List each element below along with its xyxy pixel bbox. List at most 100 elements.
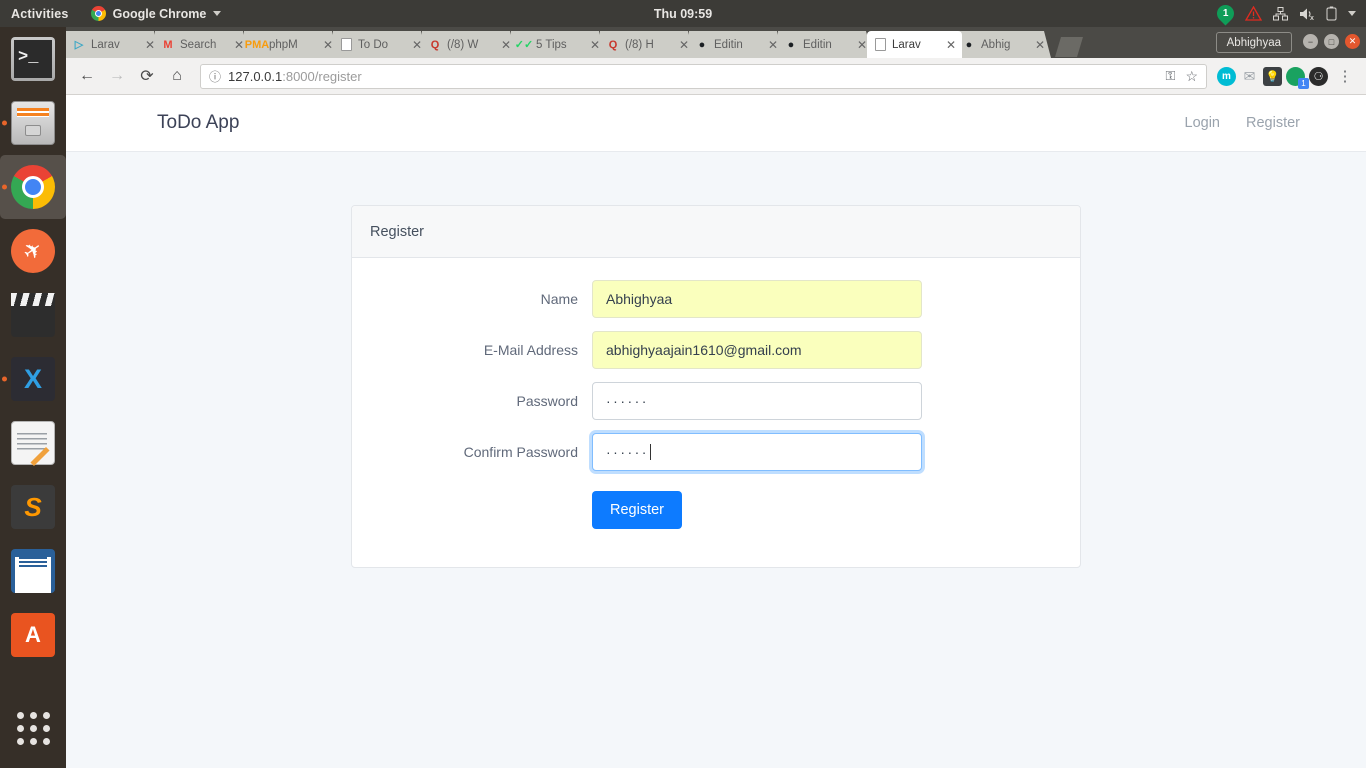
tab-close-icon[interactable]: ✕: [234, 38, 244, 52]
quora-icon: Q: [608, 38, 618, 51]
notification-badge[interactable]: 1: [1213, 1, 1238, 26]
home-icon[interactable]: ⌂: [164, 63, 190, 89]
tab-title: 5 Tips: [536, 38, 567, 51]
tab-title: Editin: [714, 38, 743, 51]
address-bar[interactable]: ⓘ 127.0.0.1:8000/register ⚿ ☆: [200, 63, 1207, 89]
new-tab-button[interactable]: [1055, 37, 1083, 57]
dock-item-terminal[interactable]: >_: [0, 27, 66, 91]
tab-strip: ▷ Larav ✕ M Search ✕ PMA phpM ✕ To Do ✕ …: [66, 27, 1366, 58]
tab-close-icon[interactable]: ✕: [501, 38, 511, 52]
tab-close-icon[interactable]: ✕: [679, 38, 689, 52]
extension-dark-icon[interactable]: ⚆: [1309, 66, 1328, 86]
forward-arrow-icon: →: [109, 67, 125, 84]
network-icon[interactable]: [1273, 6, 1288, 21]
whatsapp-icon: ✓✓: [514, 39, 534, 51]
tab-title: (/8) W: [447, 38, 479, 51]
tab-github-2[interactable]: ● Editin ✕: [778, 31, 873, 58]
dock-item-sublime-text[interactable]: [0, 475, 66, 539]
svg-text:x: x: [1310, 15, 1314, 21]
document-icon: [873, 38, 887, 52]
tab-github-1[interactable]: ● Editin ✕: [689, 31, 784, 58]
close-icon[interactable]: ✕: [1345, 34, 1360, 49]
register-submit-button[interactable]: Register: [592, 491, 682, 529]
dock-item-postman[interactable]: [0, 219, 66, 283]
tab-close-icon[interactable]: ✕: [590, 38, 600, 52]
maximize-icon[interactable]: □: [1324, 34, 1339, 49]
name-input[interactable]: [592, 280, 922, 318]
app-navbar: ToDo App Login Register: [66, 95, 1366, 152]
text-cursor: [649, 444, 651, 460]
laravel-icon: ▷: [74, 39, 84, 51]
dock-item-video-editor[interactable]: [0, 283, 66, 347]
vscode-icon: [11, 357, 55, 401]
postman-icon: [11, 229, 55, 273]
tab-close-icon[interactable]: ✕: [145, 38, 155, 52]
tab-laravel-1[interactable]: ▷ Larav ✕: [66, 31, 161, 58]
chrome-window: ▷ Larav ✕ M Search ✕ PMA phpM ✕ To Do ✕ …: [66, 27, 1366, 768]
nav-link-register[interactable]: Register: [1246, 115, 1300, 131]
tab-quora-2[interactable]: Q (/8) H ✕: [600, 31, 695, 58]
system-top-bar: Activities Google Chrome Thu 09:59 1 x: [0, 0, 1366, 27]
tab-quora-1[interactable]: Q (/8) W ✕: [422, 31, 517, 58]
battery-icon[interactable]: [1326, 6, 1337, 21]
url-host: 127.0.0.1: [228, 68, 283, 84]
tab-laravel-active[interactable]: Larav ✕: [867, 31, 962, 58]
terminal-icon: >_: [11, 37, 55, 81]
reload-icon[interactable]: ⟳: [134, 63, 160, 89]
back-arrow-icon[interactable]: ←: [74, 63, 100, 89]
dock-item-vs-code[interactable]: [0, 347, 66, 411]
kebab-menu-icon[interactable]: ⋮: [1332, 63, 1358, 89]
form-row-name: Name: [352, 280, 1080, 318]
extension-mail-icon[interactable]: ✉: [1240, 67, 1259, 86]
tab-github-profile[interactable]: ● Abhig ✕: [956, 31, 1051, 58]
extension-grammarly-icon[interactable]: m: [1217, 66, 1236, 86]
tab-5-tips[interactable]: ✓✓ 5 Tips ✕: [511, 31, 606, 58]
password-input[interactable]: ······: [592, 382, 922, 420]
tab-title: Larav: [91, 38, 120, 51]
url-path: :8000/register: [282, 68, 362, 84]
minimize-icon[interactable]: −: [1303, 34, 1318, 49]
dock-item-libreoffice-writer[interactable]: [0, 539, 66, 603]
dock-item-ubuntu-software[interactable]: [0, 603, 66, 667]
tab-title: Abhig: [981, 38, 1011, 51]
warning-triangle-icon[interactable]: [1245, 6, 1262, 21]
dock-item-show-applications[interactable]: [0, 696, 66, 760]
tab-close-icon[interactable]: ✕: [768, 38, 778, 52]
extension-keep-icon[interactable]: 💡: [1263, 66, 1282, 86]
nav-link-login[interactable]: Login: [1185, 115, 1220, 131]
dock-item-text-editor[interactable]: [0, 411, 66, 475]
system-menu-chevron-icon[interactable]: [1348, 11, 1356, 16]
tab-phpmyadmin[interactable]: PMA phpM ✕: [244, 31, 339, 58]
volume-muted-icon[interactable]: x: [1299, 7, 1315, 21]
tab-gmail-search[interactable]: M Search ✕: [155, 31, 250, 58]
register-form: Name E-Mail Address Password ······ Conf…: [352, 258, 1080, 567]
tab-close-icon[interactable]: ✕: [412, 38, 422, 52]
dock: >_: [0, 27, 66, 768]
profile-button[interactable]: Abhighyaa: [1215, 32, 1292, 53]
card-header: Register: [352, 206, 1080, 258]
dock-item-google-chrome[interactable]: [0, 155, 66, 219]
tab-close-icon[interactable]: ✕: [323, 38, 333, 52]
info-circle-icon[interactable]: ⓘ: [209, 68, 221, 85]
tab-todo[interactable]: To Do ✕: [333, 31, 428, 58]
email-input[interactable]: [592, 331, 922, 369]
label-name: Name: [540, 291, 578, 307]
star-icon[interactable]: ☆: [1185, 68, 1198, 85]
extension-green-badge-icon[interactable]: [1286, 66, 1309, 89]
tab-title: (/8) H: [625, 38, 654, 51]
tab-title: phpM: [269, 38, 298, 51]
tab-close-icon[interactable]: ✕: [857, 38, 867, 52]
password-masked-value: ······: [606, 393, 649, 409]
page-title[interactable]: ToDo App: [157, 112, 239, 134]
tab-close-icon[interactable]: ✕: [946, 38, 956, 52]
window-controls: − □ ✕: [1303, 34, 1360, 49]
files-icon: [11, 101, 55, 145]
dock-item-files[interactable]: [0, 91, 66, 155]
clock[interactable]: Thu 09:59: [0, 7, 1366, 21]
document-icon: [339, 38, 353, 52]
form-row-confirm-password: Confirm Password ······: [352, 433, 1080, 471]
key-icon[interactable]: ⚿: [1166, 68, 1176, 84]
tab-close-icon[interactable]: ✕: [1035, 38, 1045, 52]
confirm-password-input[interactable]: ······: [592, 433, 922, 471]
github-icon: ●: [698, 38, 706, 51]
